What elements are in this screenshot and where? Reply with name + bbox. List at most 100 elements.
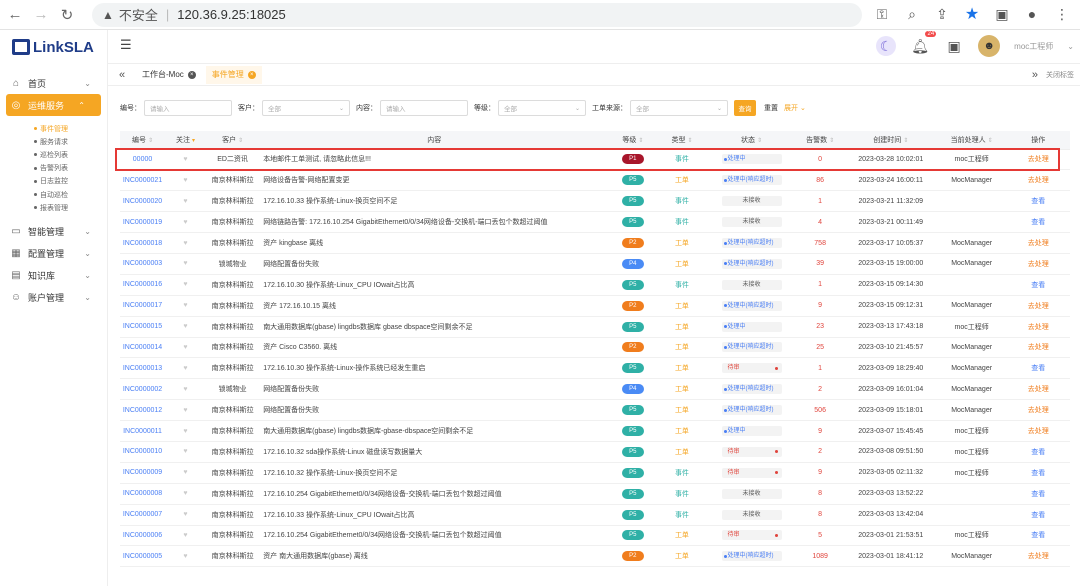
heart-icon[interactable]: ♥ — [165, 169, 206, 192]
table-row[interactable]: INC0000005 ♥ 南京林科斯拉 资产 南大通用数据库(gbase) 离线 P2 工… — [120, 545, 1070, 568]
event-id-link[interactable]: INC0000012 — [120, 399, 166, 422]
moon-icon[interactable]: ☾ — [876, 36, 897, 56]
table-row[interactable]: INC0000007 ♥ 南京林科斯拉 172.16.10.33 操作系统-Linux… — [120, 504, 1070, 526]
sidebar-item-ops-service[interactable]: ◎ 运维服务 ⌃ — [6, 94, 101, 116]
action-link[interactable]: 查看 — [1006, 525, 1070, 547]
close-tabs-button[interactable]: 关闭标签 — [1046, 70, 1074, 80]
action-link[interactable]: 查看 — [1006, 504, 1070, 526]
table-row[interactable]: INC0000011 ♥ 南京林科斯拉 南大通用数据库(gbase) lingdbs数… — [120, 420, 1070, 442]
heart-icon[interactable]: ♥ — [165, 378, 206, 401]
action-link[interactable]: 查看 — [1006, 462, 1070, 484]
expand-button[interactable]: 展开 ⌄ — [784, 103, 806, 113]
event-id-link[interactable]: INC0000002 — [120, 378, 166, 401]
action-link[interactable]: 去处理 — [1006, 545, 1070, 568]
action-link[interactable]: 去处理 — [1006, 232, 1070, 254]
col-status[interactable]: 状态 ⇕ — [707, 131, 796, 150]
sidebar-item-config[interactable]: ▦ 配置管理 ⌄ — [0, 242, 107, 264]
table-row[interactable]: INC0000006 ♥ 南京林科斯拉 172.16.10.254 GigabitEt… — [120, 525, 1070, 547]
action-link[interactable]: 查看 — [1006, 211, 1070, 234]
action-link[interactable]: 去处理 — [1006, 399, 1070, 422]
sidebar-item-account[interactable]: ☺ 账户管理 ⌄ — [0, 286, 107, 308]
event-id-link[interactable]: 00000 — [120, 149, 166, 171]
table-row[interactable]: INC0000010 ♥ 南京林科斯拉 172.16.10.32 sda操作系统-Li… — [120, 441, 1070, 463]
submenu-item-log[interactable]: 日志监控 — [0, 175, 107, 188]
source-select[interactable]: 全部 ⌄ — [630, 100, 728, 116]
table-row[interactable]: INC0000008 ♥ 南京林科斯拉 172.16.10.254 GigabitEt… — [120, 483, 1070, 505]
col-handler[interactable]: 当前处理人 ⇕ — [936, 131, 1007, 150]
heart-icon[interactable]: ♥ — [165, 504, 206, 526]
submenu-item-auto-inspect[interactable]: 自动巡检 — [0, 188, 107, 201]
heart-icon[interactable]: ♥ — [165, 316, 206, 338]
table-row[interactable]: INC0000016 ♥ 南京林科斯拉 172.16.10.30 操作系统-Linux… — [120, 274, 1070, 296]
action-link[interactable]: 去处理 — [1006, 253, 1070, 275]
heart-icon[interactable]: ♥ — [165, 357, 206, 380]
table-row[interactable]: INC0000002 ♥ 锁城物业 网络配置备份失败 P4 工单 处理中(响应超时) 2 202… — [120, 378, 1070, 401]
scroll-right-icon[interactable]: » — [1032, 69, 1038, 81]
heart-icon[interactable]: ♥ — [165, 441, 206, 463]
action-link[interactable]: 去处理 — [1006, 420, 1070, 442]
action-link[interactable]: 去处理 — [1006, 149, 1070, 171]
id-input[interactable]: 请输入 — [144, 100, 232, 116]
table-row[interactable]: INC0000020 ♥ 南京林科斯拉 172.16.10.33 操作系统-Linux… — [120, 190, 1070, 213]
sidebar-item-smart[interactable]: ▭ 智能管理 ⌄ — [0, 220, 107, 242]
heart-icon[interactable]: ♥ — [165, 337, 206, 359]
table-row[interactable]: INC0000012 ♥ 南京林科斯拉 网络配置备份失败 P5 工单 处理中(响应超时) 50… — [120, 399, 1070, 422]
address-bar[interactable]: ▲ 不安全 | 120.36.9.25:18025 — [92, 2, 862, 27]
event-id-link[interactable]: INC0000008 — [120, 483, 166, 505]
event-id-link[interactable]: INC0000021 — [120, 169, 166, 192]
search-button[interactable]: 查询 — [734, 100, 756, 116]
zoom-icon[interactable]: ⌕ — [902, 4, 922, 24]
submenu-item-inspection[interactable]: 巡检列表 — [0, 148, 107, 161]
chevron-down-icon[interactable]: ⌄ — [1067, 42, 1074, 51]
heart-icon[interactable]: ♥ — [165, 525, 206, 547]
event-id-link[interactable]: INC0000019 — [120, 211, 166, 234]
tab-event-management[interactable]: 事件管理 × — [205, 65, 262, 84]
reset-button[interactable]: 重置 — [764, 103, 778, 113]
heart-icon[interactable]: ♥ — [165, 420, 206, 442]
heart-icon[interactable]: ♥ — [165, 483, 206, 505]
table-row[interactable]: INC0000009 ♥ 南京林科斯拉 172.16.10.32 操作系统-Linux… — [120, 462, 1070, 484]
submenu-item-report[interactable]: 报表管理 — [0, 201, 107, 214]
heart-icon[interactable]: ♥ — [165, 399, 206, 422]
forward-icon[interactable]: → — [30, 4, 52, 26]
table-row[interactable]: INC0000015 ♥ 南京林科斯拉 南大通用数据库(gbase) lingdbs数… — [120, 316, 1070, 338]
avatar[interactable]: ☻ — [978, 35, 1001, 57]
event-id-link[interactable]: INC0000017 — [120, 295, 166, 317]
scroll-left-icon[interactable]: « — [112, 69, 132, 81]
event-id-link[interactable]: INC0000016 — [120, 274, 166, 296]
briefcase-icon[interactable]: ▣ — [944, 36, 964, 56]
event-id-link[interactable]: INC0000003 — [120, 253, 166, 275]
heart-icon[interactable]: ♥ — [165, 211, 206, 234]
event-id-link[interactable]: INC0000013 — [120, 357, 166, 380]
table-row[interactable]: INC0000014 ♥ 南京林科斯拉 资产 Cisco C3560. 离线 P2 工单 处… — [120, 337, 1070, 359]
heart-icon[interactable]: ♥ — [165, 462, 206, 484]
username[interactable]: moc工程师 — [1014, 41, 1053, 52]
close-icon[interactable]: × — [247, 70, 256, 79]
action-link[interactable]: 去处理 — [1006, 295, 1070, 317]
action-link[interactable]: 去处理 — [1006, 378, 1070, 401]
action-link[interactable]: 查看 — [1006, 441, 1070, 463]
col-follow[interactable]: 关注 ▾ — [165, 131, 206, 150]
table-row[interactable]: INC0000018 ♥ 南京林科斯拉 资产 kingbase 离线 P2 工单 处理中(响… — [120, 232, 1070, 254]
event-id-link[interactable]: INC0000018 — [120, 232, 166, 254]
event-id-link[interactable]: INC0000014 — [120, 337, 166, 359]
event-id-link[interactable]: INC0000007 — [120, 504, 166, 526]
sidebar-item-knowledge[interactable]: ▤ 知识库 ⌄ — [0, 264, 107, 286]
col-id[interactable]: 编号 ⇕ — [120, 131, 166, 150]
heart-icon[interactable]: ♥ — [165, 545, 206, 568]
col-client[interactable]: 客户 ⇕ — [205, 131, 260, 150]
event-id-link[interactable]: INC0000010 — [120, 441, 166, 463]
col-level[interactable]: 等级 ⇕ — [609, 131, 657, 150]
bookmark-star-icon[interactable]: ★ — [962, 4, 982, 24]
event-id-link[interactable]: INC0000009 — [120, 462, 166, 484]
table-row[interactable]: INC0000013 ♥ 南京林科斯拉 172.16.10.30 操作系统-Linux… — [120, 357, 1070, 380]
event-id-link[interactable]: INC0000020 — [120, 190, 166, 213]
event-id-link[interactable]: INC0000015 — [120, 316, 166, 338]
action-link[interactable]: 查看 — [1006, 483, 1070, 505]
share-icon[interactable]: ⇪ — [932, 4, 952, 24]
action-link[interactable]: 查看 — [1006, 190, 1070, 213]
sidepanel-icon[interactable]: ▣ — [992, 4, 1012, 24]
collapse-menu-icon[interactable]: ☰ — [120, 37, 140, 57]
heart-icon[interactable]: ♥ — [165, 274, 206, 296]
heart-icon[interactable]: ♥ — [165, 295, 206, 317]
